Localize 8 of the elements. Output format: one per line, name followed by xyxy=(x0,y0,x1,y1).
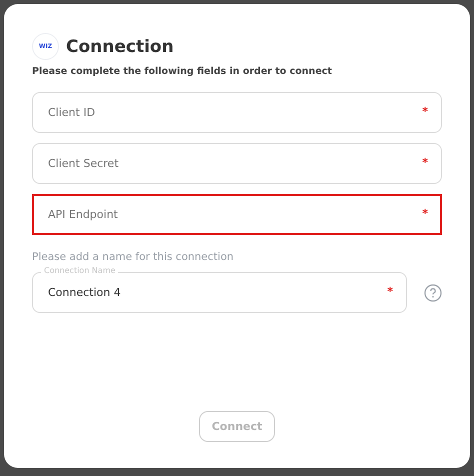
dialog-title: Connection xyxy=(66,36,174,56)
required-mark: * xyxy=(422,208,428,219)
required-mark: * xyxy=(422,106,428,117)
required-mark: * xyxy=(387,286,393,297)
help-icon[interactable] xyxy=(424,284,442,302)
instructions-text: Please complete the following fields in order to connect xyxy=(32,66,333,77)
name-hint: Please add a name for this connection xyxy=(32,251,235,263)
required-mark: * xyxy=(422,157,428,168)
